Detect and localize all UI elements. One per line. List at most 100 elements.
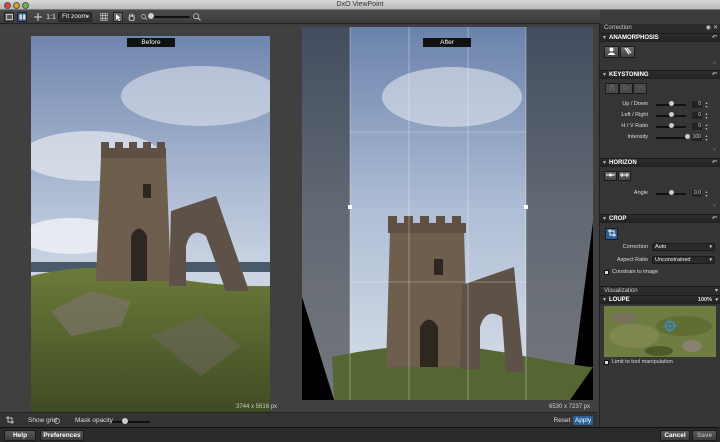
hand-tool-button[interactable] bbox=[126, 12, 136, 22]
loupe-zoom-value[interactable]: 100% bbox=[698, 296, 712, 305]
anamorphosis-title: ANAMORPHOSIS bbox=[609, 35, 659, 41]
reset-icon[interactable]: ↶ bbox=[712, 159, 717, 168]
hv-ratio-thumb[interactable] bbox=[669, 123, 674, 128]
app-window: DxO ViewPoint 1:1 Fit zoom ▾ Before 3744… bbox=[0, 0, 720, 442]
loupe-preview[interactable] bbox=[604, 306, 716, 357]
crop-icon bbox=[607, 229, 616, 237]
grid-toggle-button[interactable] bbox=[99, 12, 109, 22]
horizon-header[interactable]: ▼ HORIZON ↶ bbox=[600, 158, 720, 167]
crop-header[interactable]: ▼ CROP ↶ bbox=[600, 214, 720, 223]
correction-panel: Correction ◉ ✕ ▼ ANAMORPHOSIS ↶ ≡ ▼ KEYS… bbox=[599, 24, 720, 427]
up-down-value[interactable]: 0 bbox=[692, 101, 702, 108]
apply-button[interactable]: Apply bbox=[573, 416, 593, 425]
anamorphosis-header[interactable]: ▼ ANAMORPHOSIS ↶ bbox=[600, 33, 720, 42]
reset-button[interactable]: Reset bbox=[553, 416, 571, 425]
panel-options-icon[interactable]: ◉ bbox=[706, 24, 711, 33]
keystoning-header[interactable]: ▼ KEYSTONING ↶ bbox=[600, 70, 720, 79]
zoom-1-1-button[interactable]: 1:1 bbox=[46, 12, 56, 22]
cancel-button[interactable]: Cancel bbox=[660, 430, 690, 441]
loupe-header[interactable]: ▼ LOUPE 100% ▾ bbox=[600, 295, 720, 304]
limit-checkbox[interactable] bbox=[604, 360, 609, 365]
single-view-button[interactable] bbox=[4, 12, 14, 22]
left-right-label: Left / Right bbox=[621, 112, 648, 118]
keystone-horizontal-button[interactable]: ▷ bbox=[619, 83, 633, 94]
image-viewer: Before 3744 x 5616 px After 6530 x 7237 … bbox=[0, 25, 598, 418]
intensity-stepper[interactable]: ▴ ▾ bbox=[704, 134, 709, 142]
section-collapse-icon: ▼ bbox=[602, 35, 607, 41]
aspect-ratio-select-value: Unconstrained bbox=[655, 257, 691, 263]
reset-icon[interactable]: ↶ bbox=[712, 215, 717, 224]
keystone-rect-button[interactable]: ⁘ bbox=[633, 83, 647, 94]
show-grid-label[interactable]: Show grid bbox=[28, 417, 57, 424]
move-tool-button[interactable] bbox=[33, 12, 43, 22]
zoom-slider[interactable] bbox=[150, 16, 190, 18]
mask-opacity-slider[interactable] bbox=[112, 421, 150, 423]
up-down-label: Up / Down bbox=[622, 101, 648, 107]
loupe-title: LOUPE bbox=[609, 297, 630, 303]
hv-ratio-value[interactable]: 0 bbox=[692, 123, 702, 130]
crop-icon[interactable] bbox=[6, 416, 14, 426]
zoom-in-icon[interactable] bbox=[193, 12, 201, 22]
section-collapse-icon: ▼ bbox=[602, 160, 607, 166]
visualization-header: Visualization ▾ bbox=[600, 286, 720, 295]
panel-close-icon[interactable]: ✕ bbox=[713, 24, 718, 33]
after-image bbox=[302, 27, 593, 400]
hv-ratio-stepper[interactable]: ▴ ▾ bbox=[704, 123, 709, 131]
viewer-bottom-bar: Show grid Mask opacity Reset Apply bbox=[0, 412, 598, 427]
angle-thumb[interactable] bbox=[669, 190, 674, 195]
crop-title: CROP bbox=[609, 216, 627, 222]
anamorphosis-auto-button[interactable] bbox=[604, 46, 619, 58]
after-dimensions: 6530 x 7237 px bbox=[549, 404, 591, 410]
section-collapse-icon: ▼ bbox=[602, 297, 607, 303]
before-dimensions: 3744 x 5616 px bbox=[236, 404, 278, 410]
panel-title: Correction ◉ ✕ bbox=[600, 24, 720, 33]
anamorphosis-manual-button[interactable] bbox=[620, 46, 635, 58]
aspect-ratio-label: Aspect Ratio bbox=[616, 257, 648, 263]
panel-title-text: Correction bbox=[604, 25, 632, 31]
help-button[interactable]: Help bbox=[4, 430, 36, 441]
section-drag-icon: ≡ bbox=[713, 203, 716, 209]
zoom-mode-select[interactable]: Fit zoom ▾ bbox=[58, 12, 92, 22]
chevron-down-icon: ▾ bbox=[86, 14, 89, 20]
reset-icon[interactable]: ↶ bbox=[712, 34, 717, 43]
horizon-title: HORIZON bbox=[609, 160, 637, 166]
intensity-slider[interactable] bbox=[656, 137, 686, 139]
angle-stepper[interactable]: ▴ ▾ bbox=[704, 190, 709, 198]
angle-value[interactable]: 0.0 bbox=[692, 190, 702, 197]
correction-select[interactable]: Auto ▾ bbox=[652, 243, 715, 251]
mask-opacity-thumb[interactable] bbox=[122, 418, 128, 424]
left-right-stepper[interactable]: ▴ ▾ bbox=[704, 112, 709, 120]
section-collapse-icon: ▼ bbox=[602, 216, 607, 222]
chevron-down-icon: ▾ bbox=[709, 257, 712, 263]
intensity-value[interactable]: 100 bbox=[692, 134, 702, 141]
up-down-stepper[interactable]: ▴ ▾ bbox=[704, 101, 709, 109]
crop-handle-right bbox=[524, 205, 528, 209]
left-right-thumb[interactable] bbox=[669, 112, 674, 117]
pointer-tool-button[interactable] bbox=[113, 12, 123, 22]
up-down-thumb[interactable] bbox=[669, 101, 674, 106]
zoom-out-icon[interactable] bbox=[140, 12, 148, 22]
reset-icon[interactable]: ↶ bbox=[712, 71, 717, 80]
horizon-manual-button[interactable] bbox=[618, 171, 631, 181]
aspect-ratio-select[interactable]: Unconstrained ▾ bbox=[652, 256, 715, 264]
person-icon bbox=[607, 47, 616, 55]
intensity-thumb[interactable] bbox=[685, 134, 690, 139]
correction-select-value: Auto bbox=[655, 244, 667, 250]
save-button[interactable]: Save bbox=[692, 430, 717, 441]
left-right-value[interactable]: 0 bbox=[692, 112, 702, 119]
mask-opacity-label: Mask opacity bbox=[75, 417, 113, 424]
chevron-down-icon[interactable]: ▾ bbox=[715, 296, 718, 305]
grid-options-icon[interactable] bbox=[54, 417, 60, 426]
after-label: After bbox=[423, 38, 471, 47]
split-view-button[interactable] bbox=[17, 12, 27, 22]
zoom-slider-thumb[interactable] bbox=[148, 13, 154, 19]
grid-icon bbox=[100, 13, 108, 21]
single-view-icon bbox=[5, 14, 13, 20]
preferences-button[interactable]: Preferences bbox=[40, 430, 84, 441]
crop-tool-button[interactable] bbox=[605, 228, 618, 240]
constrain-checkbox[interactable] bbox=[604, 270, 609, 275]
chevron-down-icon: ▾ bbox=[709, 244, 712, 250]
keystone-vertical-button[interactable]: ⋀ bbox=[605, 83, 619, 94]
horizon-auto-button[interactable] bbox=[604, 171, 617, 181]
title-bar: DxO ViewPoint bbox=[0, 0, 720, 10]
